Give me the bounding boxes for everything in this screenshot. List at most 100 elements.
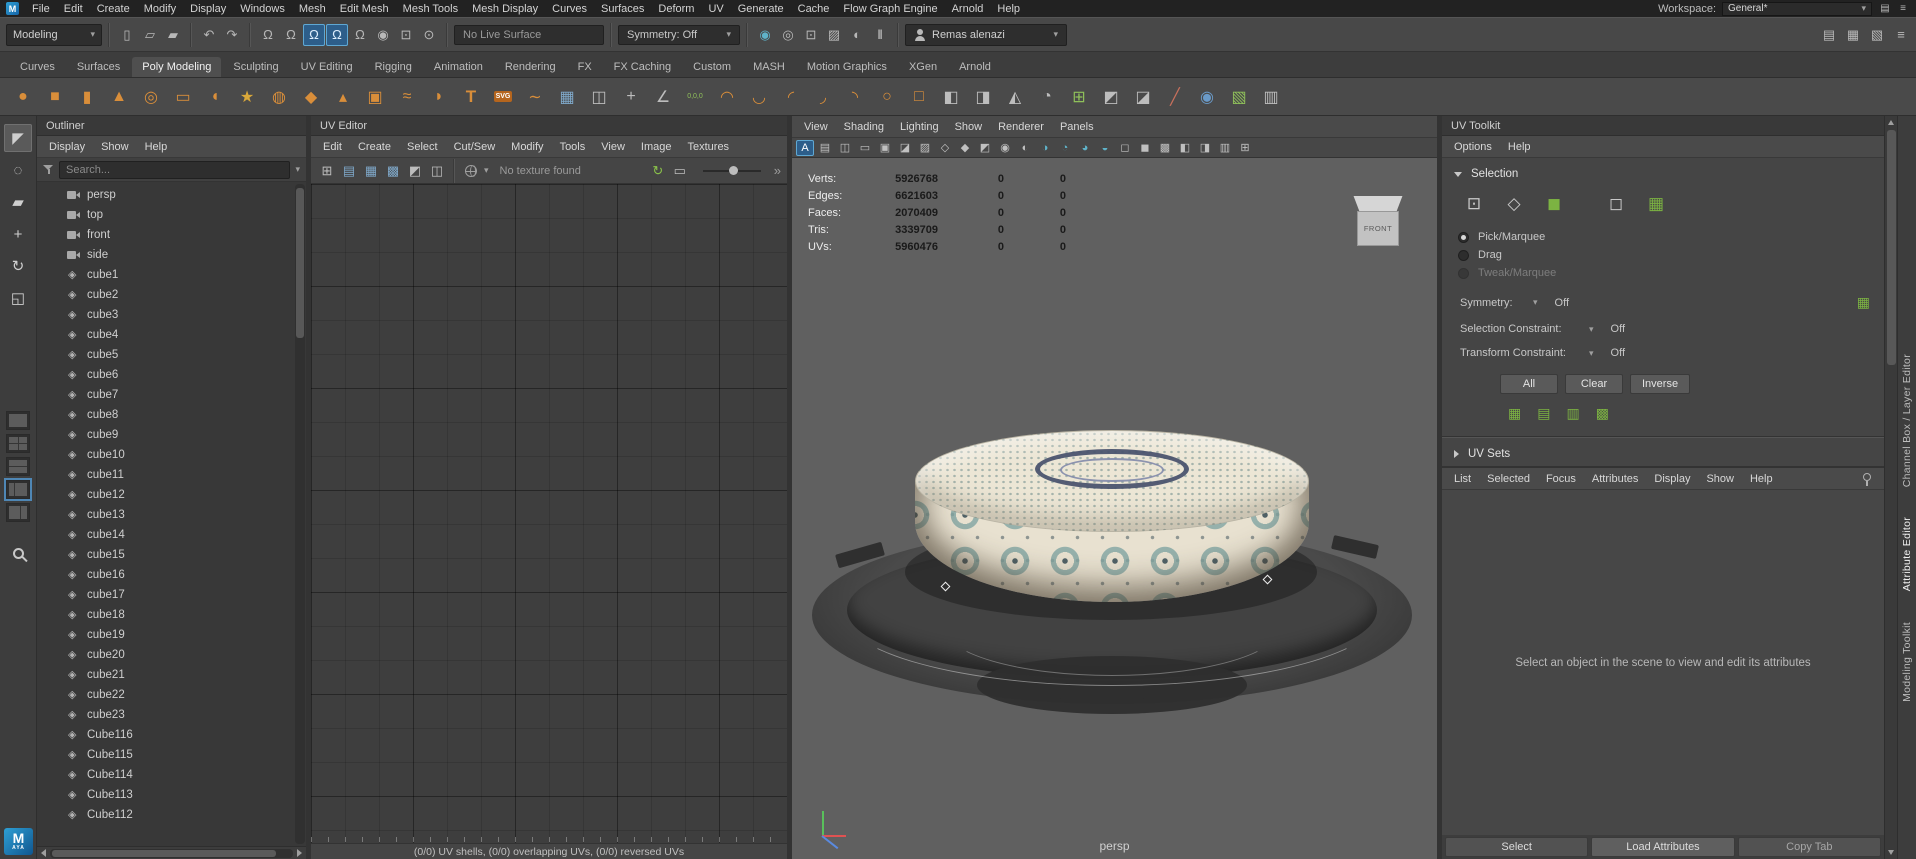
layout-four-pane[interactable] bbox=[6, 434, 30, 453]
search-options-icon[interactable] bbox=[295, 164, 300, 175]
uv-editor-menu-item[interactable]: Modify bbox=[503, 139, 551, 155]
coordinates-icon[interactable]: 0,0,0 bbox=[682, 82, 708, 112]
viewport-menu-item[interactable]: Shading bbox=[836, 119, 892, 135]
attribute-editor-menu-item[interactable]: Display bbox=[1646, 471, 1698, 487]
combine-icon[interactable]: ◧ bbox=[938, 82, 964, 112]
gamma-icon[interactable]: ◨ bbox=[1196, 140, 1214, 156]
symmetry-selector[interactable]: Symmetry: Off bbox=[618, 25, 740, 45]
curve-pencil-icon[interactable]: ◞ bbox=[810, 82, 836, 112]
outliner-item[interactable]: cube11 bbox=[37, 465, 306, 485]
poly-helix-icon[interactable]: ≈ bbox=[394, 82, 420, 112]
uv-editor-menu-item[interactable]: Tools bbox=[552, 139, 594, 155]
curve-arc-icon[interactable]: ◝ bbox=[842, 82, 868, 112]
selection-section-header[interactable]: Selection bbox=[1442, 162, 1884, 186]
extrude-icon[interactable]: ⊞ bbox=[1066, 82, 1092, 112]
view-cube[interactable]: FRONT bbox=[1349, 196, 1407, 246]
uv-distortion-icon[interactable]: ◩ bbox=[405, 161, 425, 181]
shelf-tab[interactable]: MASH bbox=[743, 57, 795, 77]
nurbs-square-icon[interactable]: □ bbox=[906, 82, 932, 112]
layout-persp-uv[interactable] bbox=[6, 503, 30, 522]
type-text-icon[interactable]: T bbox=[458, 82, 484, 112]
shelf-tab[interactable]: UV Editing bbox=[291, 57, 363, 77]
target-weld-icon[interactable]: ◉ bbox=[1194, 82, 1220, 112]
view-cube-top-face[interactable] bbox=[1352, 196, 1404, 211]
menu-item[interactable]: File bbox=[25, 2, 57, 16]
uv-tile-icon[interactable]: ▦ bbox=[361, 161, 381, 181]
viewport-menu-item[interactable]: Lighting bbox=[892, 119, 947, 135]
poly-torus-icon[interactable]: ◎ bbox=[138, 82, 164, 112]
grid-toggle-icon[interactable]: ⊞ bbox=[1236, 140, 1254, 156]
layout-stacked-pane[interactable] bbox=[6, 457, 30, 476]
uv-toolkit-menu-item[interactable]: Help bbox=[1500, 139, 1539, 155]
attribute-editor-button[interactable]: Select bbox=[1445, 837, 1588, 857]
outliner-item[interactable]: cube2 bbox=[37, 285, 306, 305]
svg-tool-icon[interactable]: SVG bbox=[490, 82, 516, 112]
menu-item[interactable]: Deform bbox=[651, 2, 701, 16]
viewport-menu-item[interactable]: Renderer bbox=[990, 119, 1052, 135]
outliner-item[interactable]: cube5 bbox=[37, 345, 306, 365]
poly-sphere-icon[interactable]: ● bbox=[10, 82, 36, 112]
pin-icon[interactable] bbox=[1861, 473, 1872, 485]
slider-knob[interactable] bbox=[729, 166, 738, 175]
joint-xray-icon[interactable]: ▩ bbox=[1156, 140, 1174, 156]
side-tab[interactable]: Channel Box / Layer Editor bbox=[1901, 354, 1913, 487]
outliner-menu-item[interactable]: Show bbox=[93, 139, 137, 155]
menu-item[interactable]: Curves bbox=[545, 2, 594, 16]
scroll-up-icon[interactable] bbox=[1888, 120, 1894, 125]
texture-dropdown-icon[interactable] bbox=[484, 165, 489, 176]
separate-icon[interactable]: ◨ bbox=[970, 82, 996, 112]
smooth-icon[interactable]: ◔ bbox=[1034, 82, 1060, 112]
shelf-tab[interactable]: Custom bbox=[683, 57, 741, 77]
symmetry-dropdown[interactable]: Symmetry: Off ▦ bbox=[1442, 288, 1884, 317]
outliner-item[interactable]: cube12 bbox=[37, 485, 306, 505]
menu-item[interactable]: Mesh Tools bbox=[396, 2, 465, 16]
filter-icon[interactable] bbox=[43, 165, 54, 175]
shelf-tab[interactable]: Sculpting bbox=[223, 57, 288, 77]
outliner-item[interactable]: cube13 bbox=[37, 505, 306, 525]
open-scene-icon[interactable]: ▱ bbox=[139, 24, 161, 46]
shelf-tab[interactable]: Rendering bbox=[495, 57, 566, 77]
hypershade-icon[interactable]: ▨ bbox=[823, 24, 845, 46]
poly-cone-icon[interactable]: ▲ bbox=[106, 82, 132, 112]
search-input[interactable] bbox=[59, 161, 290, 179]
shelf-tab[interactable]: FX bbox=[568, 57, 602, 77]
poly-soccer-icon[interactable]: ◍ bbox=[266, 82, 292, 112]
outliner-item[interactable]: cube3 bbox=[37, 305, 306, 325]
quad-draw-icon[interactable]: ▧ bbox=[1226, 82, 1252, 112]
menu-item[interactable]: Generate bbox=[731, 2, 791, 16]
menu-item[interactable]: Windows bbox=[233, 2, 292, 16]
textured-icon[interactable]: ◩ bbox=[976, 140, 994, 156]
select-face-icon[interactable]: ◼ bbox=[1540, 192, 1568, 216]
uv-preview-icon[interactable]: ◫ bbox=[427, 161, 447, 181]
depth-of-field-icon[interactable]: ◒ bbox=[1096, 140, 1114, 156]
menu-item[interactable]: Mesh bbox=[292, 2, 333, 16]
sidebar-channel-icon[interactable]: ▧ bbox=[1868, 24, 1886, 46]
shaded-icon[interactable]: ◆ bbox=[956, 140, 974, 156]
scroll-left-icon[interactable] bbox=[41, 849, 46, 857]
attribute-editor-menu-item[interactable]: Help bbox=[1742, 471, 1781, 487]
uv-snapshot-icon[interactable]: ▭ bbox=[670, 161, 690, 181]
snap-point-icon[interactable]: Ω bbox=[303, 24, 325, 46]
side-tab[interactable]: Modeling Toolkit bbox=[1901, 622, 1913, 702]
attribute-editor-menu-item[interactable]: Attributes bbox=[1584, 471, 1646, 487]
shadows-icon[interactable]: ◐ bbox=[1016, 140, 1034, 156]
uv-sets-section-header[interactable]: UV Sets bbox=[1442, 442, 1884, 466]
view-transform-icon[interactable]: ▥ bbox=[1216, 140, 1234, 156]
snap-curve-icon[interactable]: Ω bbox=[280, 24, 302, 46]
multisample-aa-icon[interactable]: ◕ bbox=[1076, 140, 1094, 156]
outliner-item[interactable]: cube14 bbox=[37, 525, 306, 545]
scrollbar-thumb[interactable] bbox=[1887, 130, 1896, 365]
menu-item[interactable]: UV bbox=[701, 2, 730, 16]
convert-to-shell-icon[interactable]: ▦ bbox=[1508, 405, 1521, 422]
outliner-item[interactable]: cube20 bbox=[37, 645, 306, 665]
output-connections-icon[interactable]: ⊙ bbox=[418, 24, 440, 46]
poly-cube-icon[interactable]: ■ bbox=[42, 82, 68, 112]
uv-editor-menu-item[interactable]: Edit bbox=[315, 139, 350, 155]
menu-item[interactable]: Modify bbox=[137, 2, 183, 16]
outliner-item[interactable]: cube8 bbox=[37, 405, 306, 425]
snap-grid-icon[interactable]: Ω bbox=[257, 24, 279, 46]
poly-superellipse-icon[interactable]: ◗ bbox=[426, 82, 452, 112]
outliner-item[interactable]: persp bbox=[37, 185, 306, 205]
shelf-tab[interactable]: Arnold bbox=[949, 57, 1001, 77]
sidebar-menu-icon[interactable]: ≡ bbox=[1892, 24, 1910, 46]
